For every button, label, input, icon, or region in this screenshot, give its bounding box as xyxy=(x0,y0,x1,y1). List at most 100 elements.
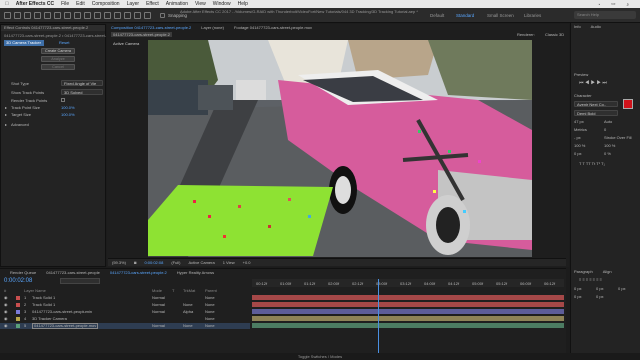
tab-comp-1[interactable]: 041477723-cars-street-people xyxy=(46,270,100,275)
preview-panel-title[interactable]: Preview xyxy=(574,72,588,77)
resolution-dropdown[interactable]: (Full) xyxy=(171,260,180,265)
rectangle-tool-icon[interactable] xyxy=(74,12,81,19)
snapping-checkbox[interactable] xyxy=(160,13,165,18)
menu-edit[interactable]: Edit xyxy=(76,1,85,7)
eraser-tool-icon[interactable] xyxy=(124,12,131,19)
visibility-icon[interactable]: ◉ xyxy=(4,295,8,301)
paragraph-align-buttons[interactable]: ≡ ≡ ≡ ≡ ≡ ≡ ≡ xyxy=(579,277,602,282)
layer-bar[interactable] xyxy=(252,309,564,314)
layer-mode[interactable]: Normal xyxy=(152,295,165,301)
tab-render-queue[interactable]: Render Queue xyxy=(10,270,36,275)
cancel-button[interactable]: Cancel xyxy=(41,64,75,70)
camera-icon[interactable]: ◙ xyxy=(134,260,136,265)
menu-help[interactable]: Help xyxy=(238,1,248,7)
target-size-value[interactable]: 100.0% xyxy=(61,112,75,117)
roto-brush-tool-icon[interactable] xyxy=(134,12,141,19)
menu-animation[interactable]: Animation xyxy=(166,1,188,7)
kerning-field[interactable]: Metrics xyxy=(574,127,587,132)
label-color[interactable] xyxy=(16,296,20,300)
exposure-value[interactable]: +0.0 xyxy=(243,260,251,265)
font-size-field[interactable]: 47 px xyxy=(574,119,584,124)
tab-align[interactable]: Align xyxy=(603,269,612,274)
visibility-icon[interactable]: ◉ xyxy=(4,302,8,308)
puppet-tool-icon[interactable] xyxy=(144,12,151,19)
layer-name[interactable]: 3D Tracker Camera xyxy=(32,316,67,322)
layer-trkmat[interactable]: None xyxy=(183,302,193,308)
faux-style-buttons[interactable]: T T TT Tt T¹ T₁ xyxy=(579,161,605,166)
horizontal-scale-field[interactable]: 100 % xyxy=(604,143,615,148)
layer-bar[interactable] xyxy=(252,302,564,307)
tab-layer[interactable]: Layer (none) xyxy=(201,25,224,30)
workspace-libraries[interactable]: Libraries xyxy=(524,13,541,18)
layer-name[interactable]: 041477723-cars-street-people.mov xyxy=(32,323,99,329)
spotlight-icon[interactable]: ⌕ xyxy=(626,2,629,7)
track-point[interactable] xyxy=(463,210,466,213)
pen-tool-icon[interactable] xyxy=(84,12,91,19)
tab-comp-2[interactable]: 041477723-cars-street-people.2 xyxy=(110,270,167,275)
effect-controls-tab[interactable]: Effect Controls 041477723-cars-street-pe… xyxy=(1,25,105,31)
font-family-dropdown[interactable]: Avenir Next Co.. xyxy=(574,101,618,107)
camera-tool-icon[interactable] xyxy=(54,12,61,19)
playback-controls[interactable]: ⏮ ◀ ▶ ▶ ⏭ xyxy=(579,80,607,86)
target-size-twirl[interactable]: ▸ xyxy=(5,112,7,117)
tracking-field[interactable]: 0 xyxy=(604,127,606,132)
playhead[interactable] xyxy=(378,279,379,354)
layer-name[interactable]: 041477723-cars-street-peoplumin xyxy=(32,309,92,315)
tsume-field[interactable]: 0 % xyxy=(604,151,611,156)
layer-row[interactable]: ◉ 2 Track Solid 1 Normal None None xyxy=(0,302,250,308)
pan-behind-tool-icon[interactable] xyxy=(64,12,71,19)
track-point[interactable] xyxy=(268,225,271,228)
layer-mode[interactable]: Normal xyxy=(152,309,165,315)
selection-tool-icon[interactable] xyxy=(14,12,21,19)
layer-parent[interactable]: None xyxy=(205,295,215,301)
tab-paragraph[interactable]: Paragraph xyxy=(574,269,593,274)
layer-name[interactable]: Track Solid 1 xyxy=(32,302,55,308)
workspace-standard[interactable]: Standard xyxy=(456,13,474,18)
track-point[interactable] xyxy=(418,130,421,133)
search-help-field[interactable]: Search Help xyxy=(574,11,636,19)
track-point[interactable] xyxy=(223,235,226,238)
layer-row[interactable]: ◉ 4 3D Tracker Camera None xyxy=(0,316,250,322)
hand-tool-icon[interactable] xyxy=(24,12,31,19)
toggle-switches-modes[interactable]: Toggle Switches / Modes xyxy=(0,353,640,360)
clone-stamp-tool-icon[interactable] xyxy=(114,12,121,19)
menu-layer[interactable]: Layer xyxy=(127,1,140,7)
layer-bar[interactable] xyxy=(252,323,564,328)
reset-link[interactable]: Reset xyxy=(59,40,69,45)
zoom-dropdown[interactable]: (59.3%) xyxy=(112,260,126,265)
vertical-scale-field[interactable]: 100 % xyxy=(574,143,585,148)
brush-tool-icon[interactable] xyxy=(104,12,111,19)
space-before-field[interactable]: 0 px xyxy=(574,294,582,299)
visibility-icon[interactable]: ◉ xyxy=(4,309,8,315)
layer-row-selected[interactable]: ◉ 5 041477723-cars-street-people.mov Nor… xyxy=(0,323,250,329)
visibility-icon[interactable]: ◉ xyxy=(4,323,8,329)
label-color[interactable] xyxy=(16,317,20,321)
menu-file[interactable]: File xyxy=(61,1,69,7)
menu-effect[interactable]: Effect xyxy=(146,1,159,7)
layer-trkmat[interactable]: Alpha xyxy=(183,309,193,315)
track-point[interactable] xyxy=(288,198,291,201)
label-color[interactable] xyxy=(16,310,20,314)
track-point[interactable] xyxy=(193,200,196,203)
label-color[interactable] xyxy=(16,303,20,307)
workspace-default[interactable]: Default xyxy=(430,13,444,18)
layer-parent[interactable]: None xyxy=(205,316,215,322)
analyze-button[interactable]: Analyze xyxy=(41,56,75,62)
time-ruler[interactable]: 00:12f 01:00f 01:12f 02:00f 02:12f 03:00… xyxy=(252,279,564,287)
baseline-shift-field[interactable]: 0 px xyxy=(574,151,582,156)
layer-row[interactable]: ◉ 1 Track Solid 1 Normal None xyxy=(0,295,250,301)
3d-view-dropdown[interactable]: Active Camera xyxy=(188,260,214,265)
layer-row[interactable]: ◉ 3 041477723-cars-street-peoplumin Norm… xyxy=(0,309,250,315)
tab-audio[interactable]: Audio xyxy=(591,24,601,29)
track-point[interactable] xyxy=(208,215,211,218)
leading-field[interactable]: Auto xyxy=(604,119,612,124)
tab-hyper-reality[interactable]: Hyper Reality Arrows xyxy=(177,270,214,275)
indent-right-field[interactable]: 0 px xyxy=(596,286,604,291)
tab-info[interactable]: Info xyxy=(574,24,581,29)
track-point[interactable] xyxy=(478,160,481,163)
layer-parent[interactable]: None xyxy=(205,302,215,308)
effect-name-3d-camera-tracker[interactable]: 3D Camera Tracker xyxy=(4,40,44,46)
view-layout-dropdown[interactable]: 1 View xyxy=(223,260,235,265)
track-point[interactable] xyxy=(308,215,311,218)
type-tool-icon[interactable] xyxy=(94,12,101,19)
